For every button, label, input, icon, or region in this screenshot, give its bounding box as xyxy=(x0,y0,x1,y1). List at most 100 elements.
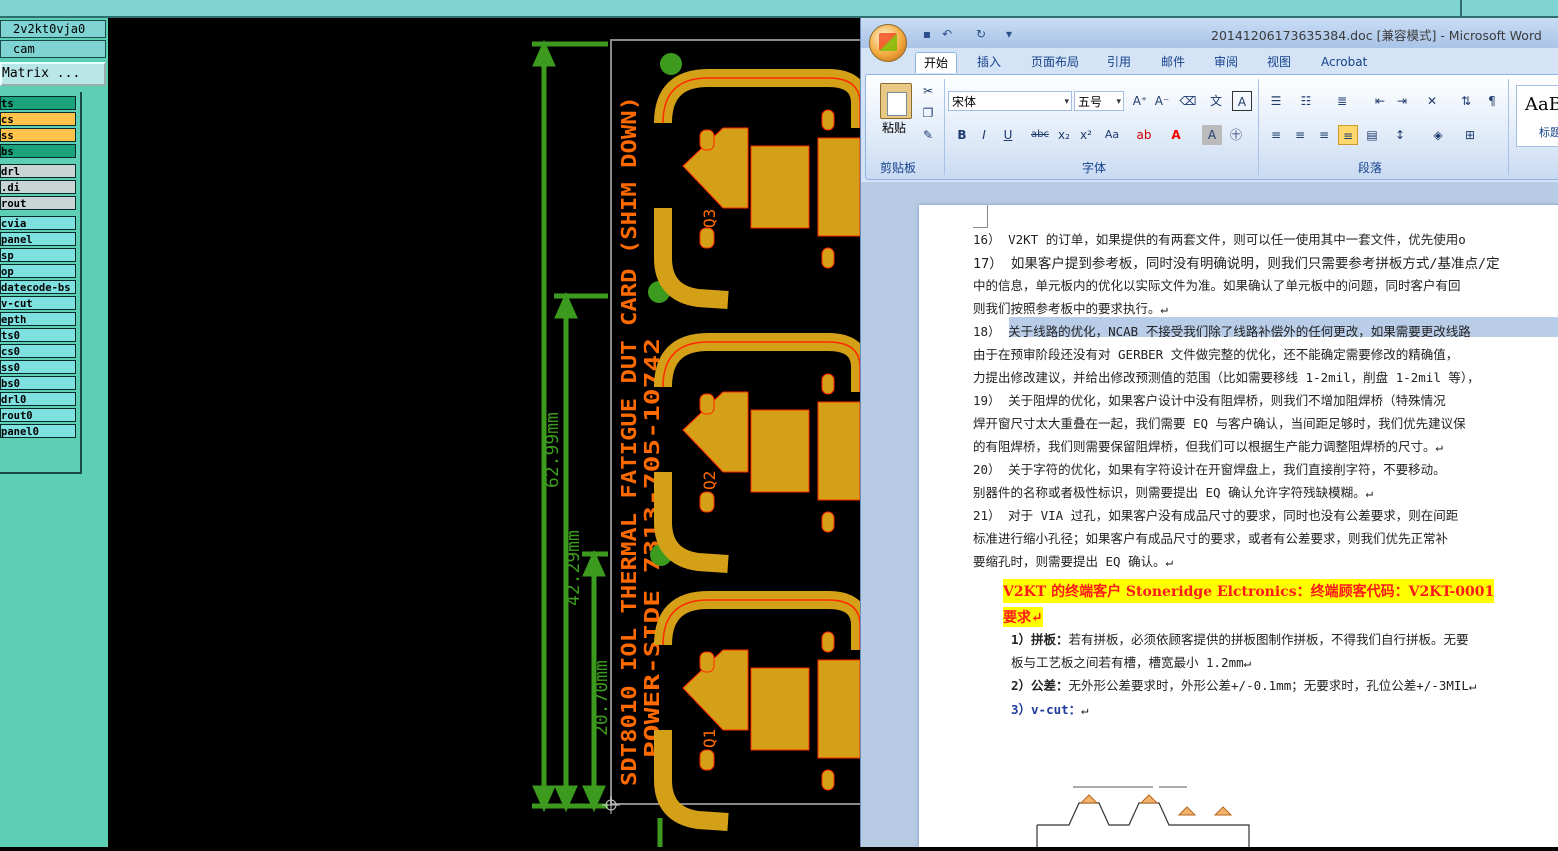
layer-item-6[interactable]: rout xyxy=(0,196,76,210)
quick-access-dropdown-icon[interactable]: ▾ xyxy=(1001,26,1017,42)
doc-line: 要缩孔时，则需要提出 EQ 确认。↵ xyxy=(973,554,1174,569)
layer-item-20[interactable]: panel0 xyxy=(0,424,76,438)
borders-icon[interactable]: ⊞ xyxy=(1460,125,1480,145)
font-size-value: 五号 xyxy=(1078,95,1103,109)
paste-button-label[interactable]: 粘贴 xyxy=(882,119,906,136)
undo-icon[interactable]: ↶ xyxy=(939,26,955,42)
ribbon-separator xyxy=(1508,79,1509,175)
paragraph-group-label: 段落 xyxy=(1358,161,1383,175)
doc-line: 由于在预审阶段还没有对 GERBER 文件做完整的优化，还不能确定需要修改的精确… xyxy=(973,347,1459,362)
align-left-icon[interactable]: ≡ xyxy=(1266,125,1286,145)
align-right-icon[interactable]: ≡ xyxy=(1314,125,1334,145)
layer-item-0[interactable]: ts xyxy=(0,96,76,110)
change-case-icon[interactable]: Aa xyxy=(1102,125,1122,145)
bold-icon[interactable]: B xyxy=(952,125,972,145)
tab-insert[interactable]: 插入 xyxy=(969,52,1009,72)
refdes-q1: Q1 xyxy=(700,729,719,748)
layer-item-3[interactable]: bs xyxy=(0,144,76,158)
layer-item-11[interactable]: datecode-bs xyxy=(0,280,76,294)
pad-right-2 xyxy=(817,659,861,759)
pad-main-1 xyxy=(750,409,810,493)
increase-indent-icon[interactable]: ⇥ xyxy=(1392,91,1412,111)
layer-item-18[interactable]: drl0 xyxy=(0,392,76,406)
pad-right-0 xyxy=(817,137,861,237)
job-name-field[interactable]: 2v2kt0vja0 xyxy=(0,20,106,38)
bullets-icon[interactable]: ☰ xyxy=(1266,91,1286,111)
char-shading-icon[interactable]: A xyxy=(1202,125,1222,145)
tab-mailings[interactable]: 邮件 xyxy=(1153,52,1193,72)
tab-page-layout[interactable]: 页面布局 xyxy=(1023,52,1087,72)
style-gallery-item[interactable]: AaB 标题 xyxy=(1516,85,1558,147)
phonetic-guide-icon[interactable]: 文 xyxy=(1206,91,1226,111)
sort-icon[interactable]: ⇅ xyxy=(1456,91,1476,111)
layer-item-13[interactable]: epth xyxy=(0,312,76,326)
tab-view[interactable]: 视图 xyxy=(1259,52,1299,72)
justify-icon[interactable]: ≡ xyxy=(1338,125,1358,145)
doc-line: 别器件的名称或者极性标识，则需要提出 EQ 确认允许字符残缺模糊。↵ xyxy=(973,485,1374,500)
layer-item-7[interactable]: cvia xyxy=(0,216,76,230)
layer-item-9[interactable]: sp xyxy=(0,248,76,262)
layer-item-14[interactable]: ts0 xyxy=(0,328,76,342)
tab-home[interactable]: 开始 xyxy=(915,52,958,73)
superscript-icon[interactable]: x² xyxy=(1076,125,1096,145)
doc-line: 18） 关于线路的优化，NCAB 不接受我们除了线路补偿外的任何更改，如果需要更… xyxy=(973,324,1471,339)
requirement-3-end: ↵ xyxy=(1081,702,1089,717)
highlight-icon[interactable]: ab xyxy=(1134,125,1154,145)
underline-icon[interactable]: U xyxy=(998,125,1018,145)
distributed-icon[interactable]: ▤ xyxy=(1362,125,1382,145)
step-name-field[interactable]: cam xyxy=(0,40,106,58)
italic-icon[interactable]: I xyxy=(974,125,994,145)
layer-item-19[interactable]: rout0 xyxy=(0,408,76,422)
subscript-icon[interactable]: x₂ xyxy=(1054,125,1074,145)
pad-main-2 xyxy=(750,667,810,751)
font-name-combo[interactable]: 宋体 ▾ xyxy=(948,91,1072,111)
line-spacing-icon[interactable]: ↕ xyxy=(1390,125,1410,145)
tab-acrobat[interactable]: Acrobat xyxy=(1313,52,1375,72)
doc-line: 焊开窗尺寸太大重叠在一起，我们需要 EQ 与客户确认，当间距足够时，我们优先建议… xyxy=(973,416,1466,431)
multilevel-list-icon[interactable]: ≣ xyxy=(1332,91,1352,111)
layer-item-1[interactable]: cs xyxy=(0,112,76,126)
doc-line: 17） 如果客户提到参考板，同时没有明确说明，则我们只需要参考拼板方式/基准点/… xyxy=(973,256,1500,272)
doc-line: 的有阻焊桥，我们则需要保留阻焊桥，但我们可以根据生产能力调整阻焊桥的尺寸。↵ xyxy=(973,439,1444,454)
layer-item-10[interactable]: op xyxy=(0,264,76,278)
grow-font-icon[interactable]: A⁺ xyxy=(1130,91,1150,111)
align-center-icon[interactable]: ≡ xyxy=(1290,125,1310,145)
tab-review[interactable]: 审阅 xyxy=(1206,52,1246,72)
strikethrough-icon[interactable]: abc xyxy=(1030,125,1050,145)
pad-pin-bottom-1 xyxy=(821,511,835,533)
footprints xyxy=(654,69,869,831)
layer-item-2[interactable]: ss xyxy=(0,128,76,142)
layer-item-16[interactable]: ss0 xyxy=(0,360,76,374)
doc-line: 19） 关于阻焊的优化，如果客户设计中没有阻焊桥，则我们不增加阻焊桥（特殊情况 xyxy=(973,393,1446,408)
enclose-char-icon[interactable]: ㊉ xyxy=(1226,125,1246,145)
document-page[interactable]: 16） V2KT 的订单，如果提供的有两套文件，则可以任一使用其中一套文件，优先… xyxy=(919,205,1558,847)
font-size-combo[interactable]: 五号 ▾ xyxy=(1074,91,1124,111)
format-painter-icon[interactable]: ✎ xyxy=(918,125,938,145)
cut-icon[interactable]: ✂ xyxy=(918,81,938,101)
layer-item-8[interactable]: panel xyxy=(0,232,76,246)
decrease-indent-icon[interactable]: ⇤ xyxy=(1370,91,1390,111)
layer-item-17[interactable]: bs0 xyxy=(0,376,76,390)
char-border-icon[interactable]: A xyxy=(1232,91,1252,111)
layer-item-15[interactable]: cs0 xyxy=(0,344,76,358)
font-group-label: 字体 xyxy=(1082,161,1107,175)
paste-icon[interactable] xyxy=(880,83,912,119)
numbering-icon[interactable]: ☷ xyxy=(1296,91,1316,111)
layer-item-4[interactable]: drl xyxy=(0,164,76,178)
font-color-icon[interactable]: A xyxy=(1166,125,1186,145)
layer-item-12[interactable]: v-cut xyxy=(0,296,76,310)
pcb-canvas[interactable]: 62.99mm 42.29mm 20.70mm SDT8010 IOL THER… xyxy=(108,18,872,847)
show-marks-icon[interactable]: ¶ xyxy=(1482,91,1502,111)
chinese-layout-icon[interactable]: ✕ xyxy=(1422,91,1442,111)
pad-pin-bottom-0 xyxy=(821,247,835,269)
margin-corner-mark xyxy=(973,205,988,228)
matrix-button[interactable]: Matrix ... xyxy=(0,62,106,86)
shading-icon[interactable]: ◈ xyxy=(1428,125,1448,145)
clear-format-icon[interactable]: ⌫ xyxy=(1178,91,1198,111)
shrink-font-icon[interactable]: A⁻ xyxy=(1152,91,1172,111)
redo-icon[interactable]: ↻ xyxy=(973,26,989,42)
save-icon[interactable]: ▪ xyxy=(919,26,935,42)
tab-references[interactable]: 引用 xyxy=(1099,52,1139,72)
layer-item-5[interactable]: .di xyxy=(0,180,76,194)
copy-icon[interactable]: ❐ xyxy=(918,103,938,123)
